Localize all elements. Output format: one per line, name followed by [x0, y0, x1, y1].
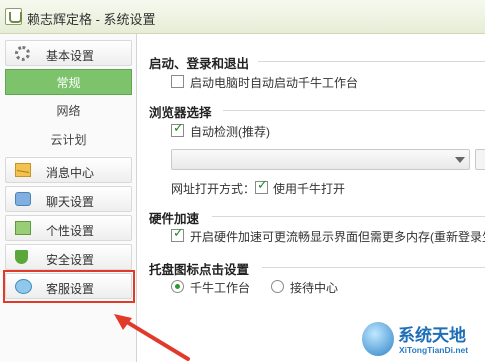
gear-icon	[15, 46, 30, 61]
sidebar-item-security[interactable]: 安全设置	[5, 244, 132, 270]
chat-icon	[15, 192, 31, 206]
tray-option-workbench-radio[interactable]	[171, 280, 184, 293]
sidebar-subitem-general[interactable]: 常规	[5, 69, 132, 95]
section-title-startup: 启动、登录和退出	[149, 57, 250, 71]
section-title-browser: 浏览器选择	[149, 106, 212, 120]
browser-browse-button[interactable]	[475, 149, 485, 170]
use-qianniu-label: 使用千牛打开	[273, 182, 346, 196]
sidebar-item-personalize[interactable]: 个性设置	[5, 215, 132, 241]
window-title: 赖志辉定格 - 系统设置	[27, 12, 156, 27]
tray-option-reception-radio[interactable]	[271, 280, 284, 293]
tray-option-label: 千牛工作台	[190, 281, 251, 295]
watermark-text-en: XiTongTianDi.net	[399, 345, 469, 355]
section-divider	[223, 110, 485, 111]
sidebar-item-basic-settings[interactable]: 基本设置	[5, 40, 132, 66]
sidebar-item-chat-settings[interactable]: 聊天设置	[5, 186, 132, 212]
sidebar-item-label: 个性设置	[46, 224, 95, 238]
section-divider	[258, 61, 485, 62]
section-divider	[212, 216, 485, 217]
sidebar-subitem-cloud-plan[interactable]: 云计划	[5, 127, 132, 153]
shield-icon	[15, 250, 28, 264]
autostart-label: 启动电脑时自动启动千牛工作台	[190, 76, 359, 90]
sidebar-item-label: 基本设置	[46, 49, 95, 63]
section-title-tray: 托盘图标点击设置	[149, 263, 250, 277]
watermark-text-cn: 系统天地	[398, 326, 466, 345]
section-divider	[262, 267, 485, 268]
hardware-accel-checkbox[interactable]	[171, 226, 184, 242]
autodetect-label: 自动检测(推荐)	[190, 125, 270, 139]
autodetect-checkbox[interactable]	[171, 121, 184, 137]
sidebar-subitem-network[interactable]: 网络	[5, 98, 132, 124]
chevron-down-icon	[455, 157, 465, 163]
annotation-arrow-icon	[114, 314, 190, 361]
browser-select[interactable]	[171, 149, 470, 170]
sidebar-item-label: 聊天设置	[46, 195, 95, 209]
site-watermark: 系统天地 XiTongTianDi.net	[362, 318, 485, 362]
mail-icon	[15, 163, 31, 177]
annotation-highlight-box	[3, 270, 135, 303]
use-qianniu-checkbox[interactable]	[255, 178, 268, 194]
tray-option-label: 接待中心	[290, 281, 339, 295]
hardware-accel-label: 开启硬件加速可更流畅显示界面但需更多内存(重新登录生	[190, 230, 485, 244]
title-bar: 赖志辉定格 - 系统设置	[0, 0, 485, 34]
sidebar-item-message-center[interactable]: 消息中心	[5, 157, 132, 183]
section-title-hardware: 硬件加速	[149, 212, 200, 226]
sidebar-item-label: 消息中心	[46, 166, 95, 180]
autostart-checkbox[interactable]	[171, 75, 184, 88]
open-mode-label: 网址打开方式：	[171, 182, 256, 196]
app-icon	[5, 8, 22, 25]
watermark-logo-icon	[362, 322, 394, 356]
personalize-icon	[15, 221, 31, 235]
sidebar-item-label: 安全设置	[46, 253, 95, 267]
